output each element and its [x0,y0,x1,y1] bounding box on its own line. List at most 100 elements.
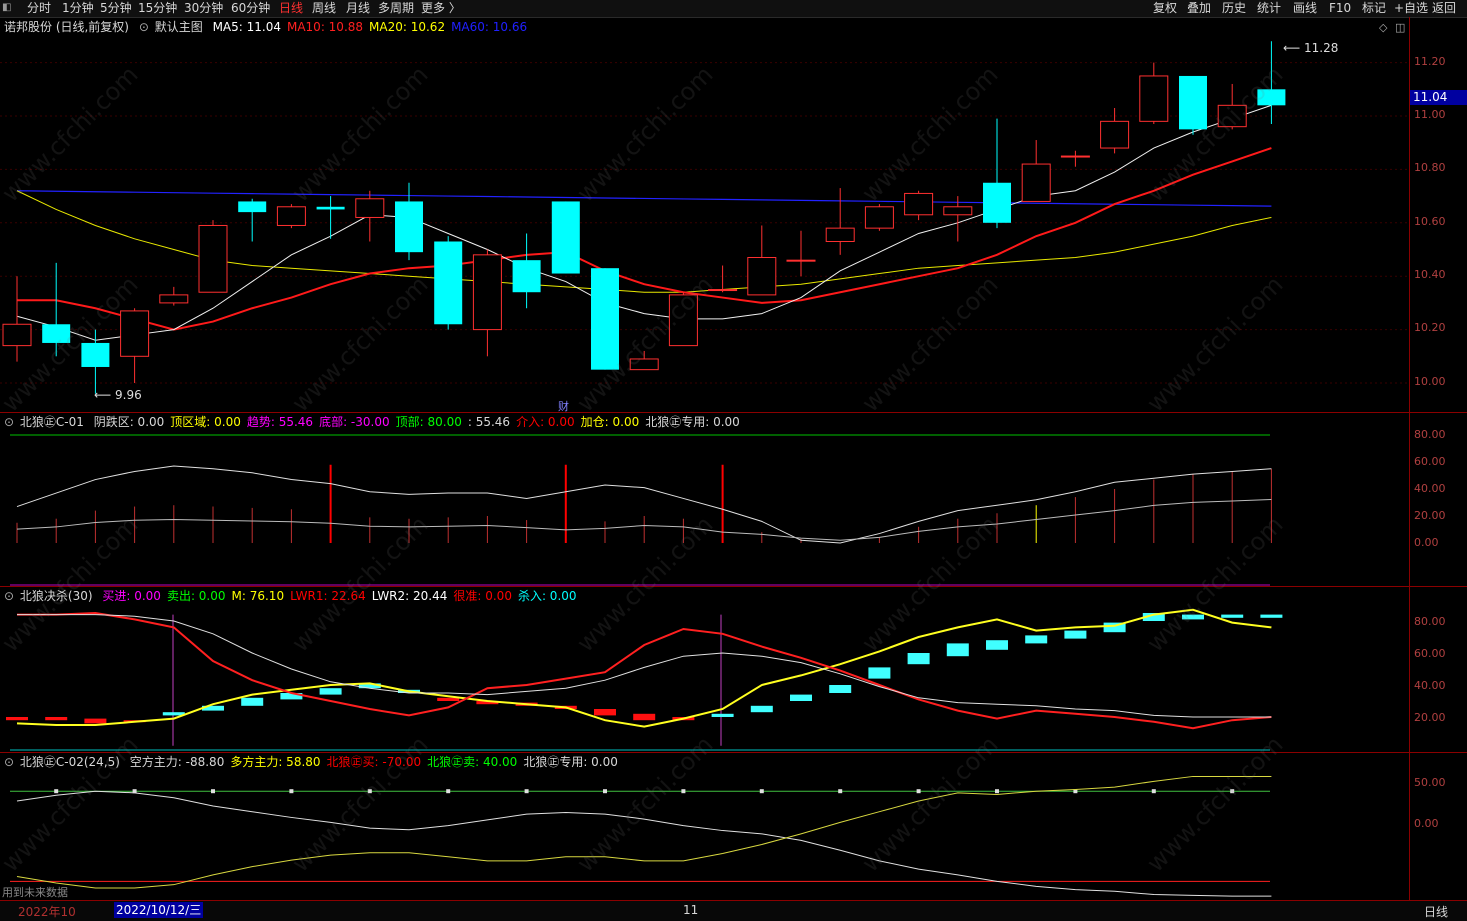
y-tick-label: 10.40 [1414,268,1446,281]
candle-body [668,294,698,347]
candle-body [629,358,659,371]
y-tick-label: 20.00 [1414,509,1446,522]
candle-body [1100,120,1130,149]
toolbar-button-3[interactable]: 统计 [1257,1,1281,15]
toolbar-button-1[interactable]: 叠加 [1187,1,1211,15]
candle-body [983,182,1011,223]
ind2-box [1025,635,1048,644]
ind3-dot [446,789,451,794]
ind2-lwr2-line [17,614,1272,718]
candle-body [159,294,189,304]
top-toolbar: ◧ 分时 1分钟 5分钟 15分钟 30分钟 60分钟 日线 周线 月线 多周期 更多 〉 复权 叠加… [0,0,1467,18]
ind2-box [633,713,656,721]
y-tick-label: 10.80 [1414,161,1446,174]
toolbar-button-2[interactable]: 历史 [1222,1,1246,15]
candle-body [316,206,345,210]
y-tick-label: 11.00 [1414,108,1446,121]
y-tick-label: 11.20 [1414,55,1446,68]
ind2-box [750,705,773,713]
period-tab-4[interactable]: 30分钟 [184,1,223,15]
future-data-note: 用到未来数据 [2,886,68,899]
ind2-box [790,694,812,701]
ind3-dot [524,789,529,794]
ind2-box [241,697,264,706]
ind2-box [1182,614,1204,620]
candle-body [708,289,738,292]
y-tick-label: 80.00 [1414,615,1446,628]
y-tick-label: 40.00 [1414,482,1446,495]
candle-body [355,198,385,218]
period-tab-1[interactable]: 1分钟 [62,1,94,15]
period-tab-5[interactable]: 60分钟 [231,1,270,15]
candle-body [786,259,816,262]
y-tick-label: 80.00 [1414,428,1446,441]
ind2-box [437,697,460,701]
y-tick-label: 10.60 [1414,215,1446,228]
high-label: ⟵ 11.28 [1283,41,1338,55]
y-tick-label: 60.00 [1414,647,1446,660]
ind2-box [45,717,68,721]
y-tick-label: 60.00 [1414,455,1446,468]
ind2-box [711,713,734,717]
candle-body [551,201,580,274]
ind2-box [1260,614,1283,618]
ind2-box [829,685,852,693]
candle-body [198,224,228,293]
candle-body [591,268,619,370]
ind3-dot [289,789,294,794]
candle-body [1021,163,1051,202]
ind2-box [84,718,107,724]
ind2-lwr1-line [17,611,1272,730]
ind2-box [946,643,969,657]
ind2-box [594,709,616,716]
toolbar-button-0[interactable]: 复权 [1153,1,1177,15]
candle-body [434,241,463,325]
ind2-box [6,717,28,721]
candle-body [1060,155,1090,158]
year-label: 2022年10 [18,905,76,919]
toolbar-button-4[interactable]: 画线 [1293,1,1317,15]
candle-body [238,201,267,213]
y-tick-label: 10.20 [1414,321,1446,334]
kline-chart[interactable]: ⟵ 11.28 ⟵ 9.96 财 [0,17,1409,900]
candle-body [825,227,855,242]
low-label: ⟵ 9.96 [94,388,142,402]
y-tick-label: 50.00 [1414,776,1446,789]
candle-body [904,192,934,216]
candle-body [1257,89,1286,106]
period-tab-0[interactable]: 分时 [27,1,51,15]
candle-body [472,254,502,331]
period-indicator[interactable]: 日线 [1424,903,1448,920]
toolbar-button-8[interactable]: 返回 [1432,1,1456,15]
y-tick-label: 20.00 [1414,711,1446,724]
period-tab-3[interactable]: 15分钟 [138,1,177,15]
period-tab-9[interactable]: 多周期 [378,1,414,15]
candle-body [2,323,32,347]
ind2-box [1064,630,1087,639]
ind3-dot [838,789,843,794]
ind2-box [868,667,891,679]
ind3-dot [681,789,686,794]
ind3-dot [1151,789,1156,794]
toolbar-button-5[interactable]: F10 [1329,1,1351,15]
y-tick-label: 10.00 [1414,375,1446,388]
period-tab-6[interactable]: 日线 [279,1,303,15]
period-tab-7[interactable]: 周线 [312,1,336,15]
ind3-dot [603,789,607,794]
current-price-tag: 11.04 [1410,90,1467,105]
candle-body [864,206,894,229]
ind2-box [1221,614,1244,618]
period-tab-2[interactable]: 5分钟 [100,1,132,15]
finance-marker: 财 [558,399,569,413]
ma60-line [16,190,1272,207]
period-tab-10[interactable]: 更多 〉 [421,1,461,15]
ind3-dot [367,789,372,794]
toolbar-button-6[interactable]: 标记 [1362,1,1386,15]
menu-icon[interactable]: ◧ [2,2,14,14]
y-tick-label: 0.00 [1414,817,1439,830]
period-tab-8[interactable]: 月线 [346,1,370,15]
ind2-box [319,688,342,695]
ind3-dot [54,789,59,794]
toolbar-button-7[interactable]: +自选 [1394,1,1428,15]
y-tick-label: 0.00 [1414,536,1439,549]
